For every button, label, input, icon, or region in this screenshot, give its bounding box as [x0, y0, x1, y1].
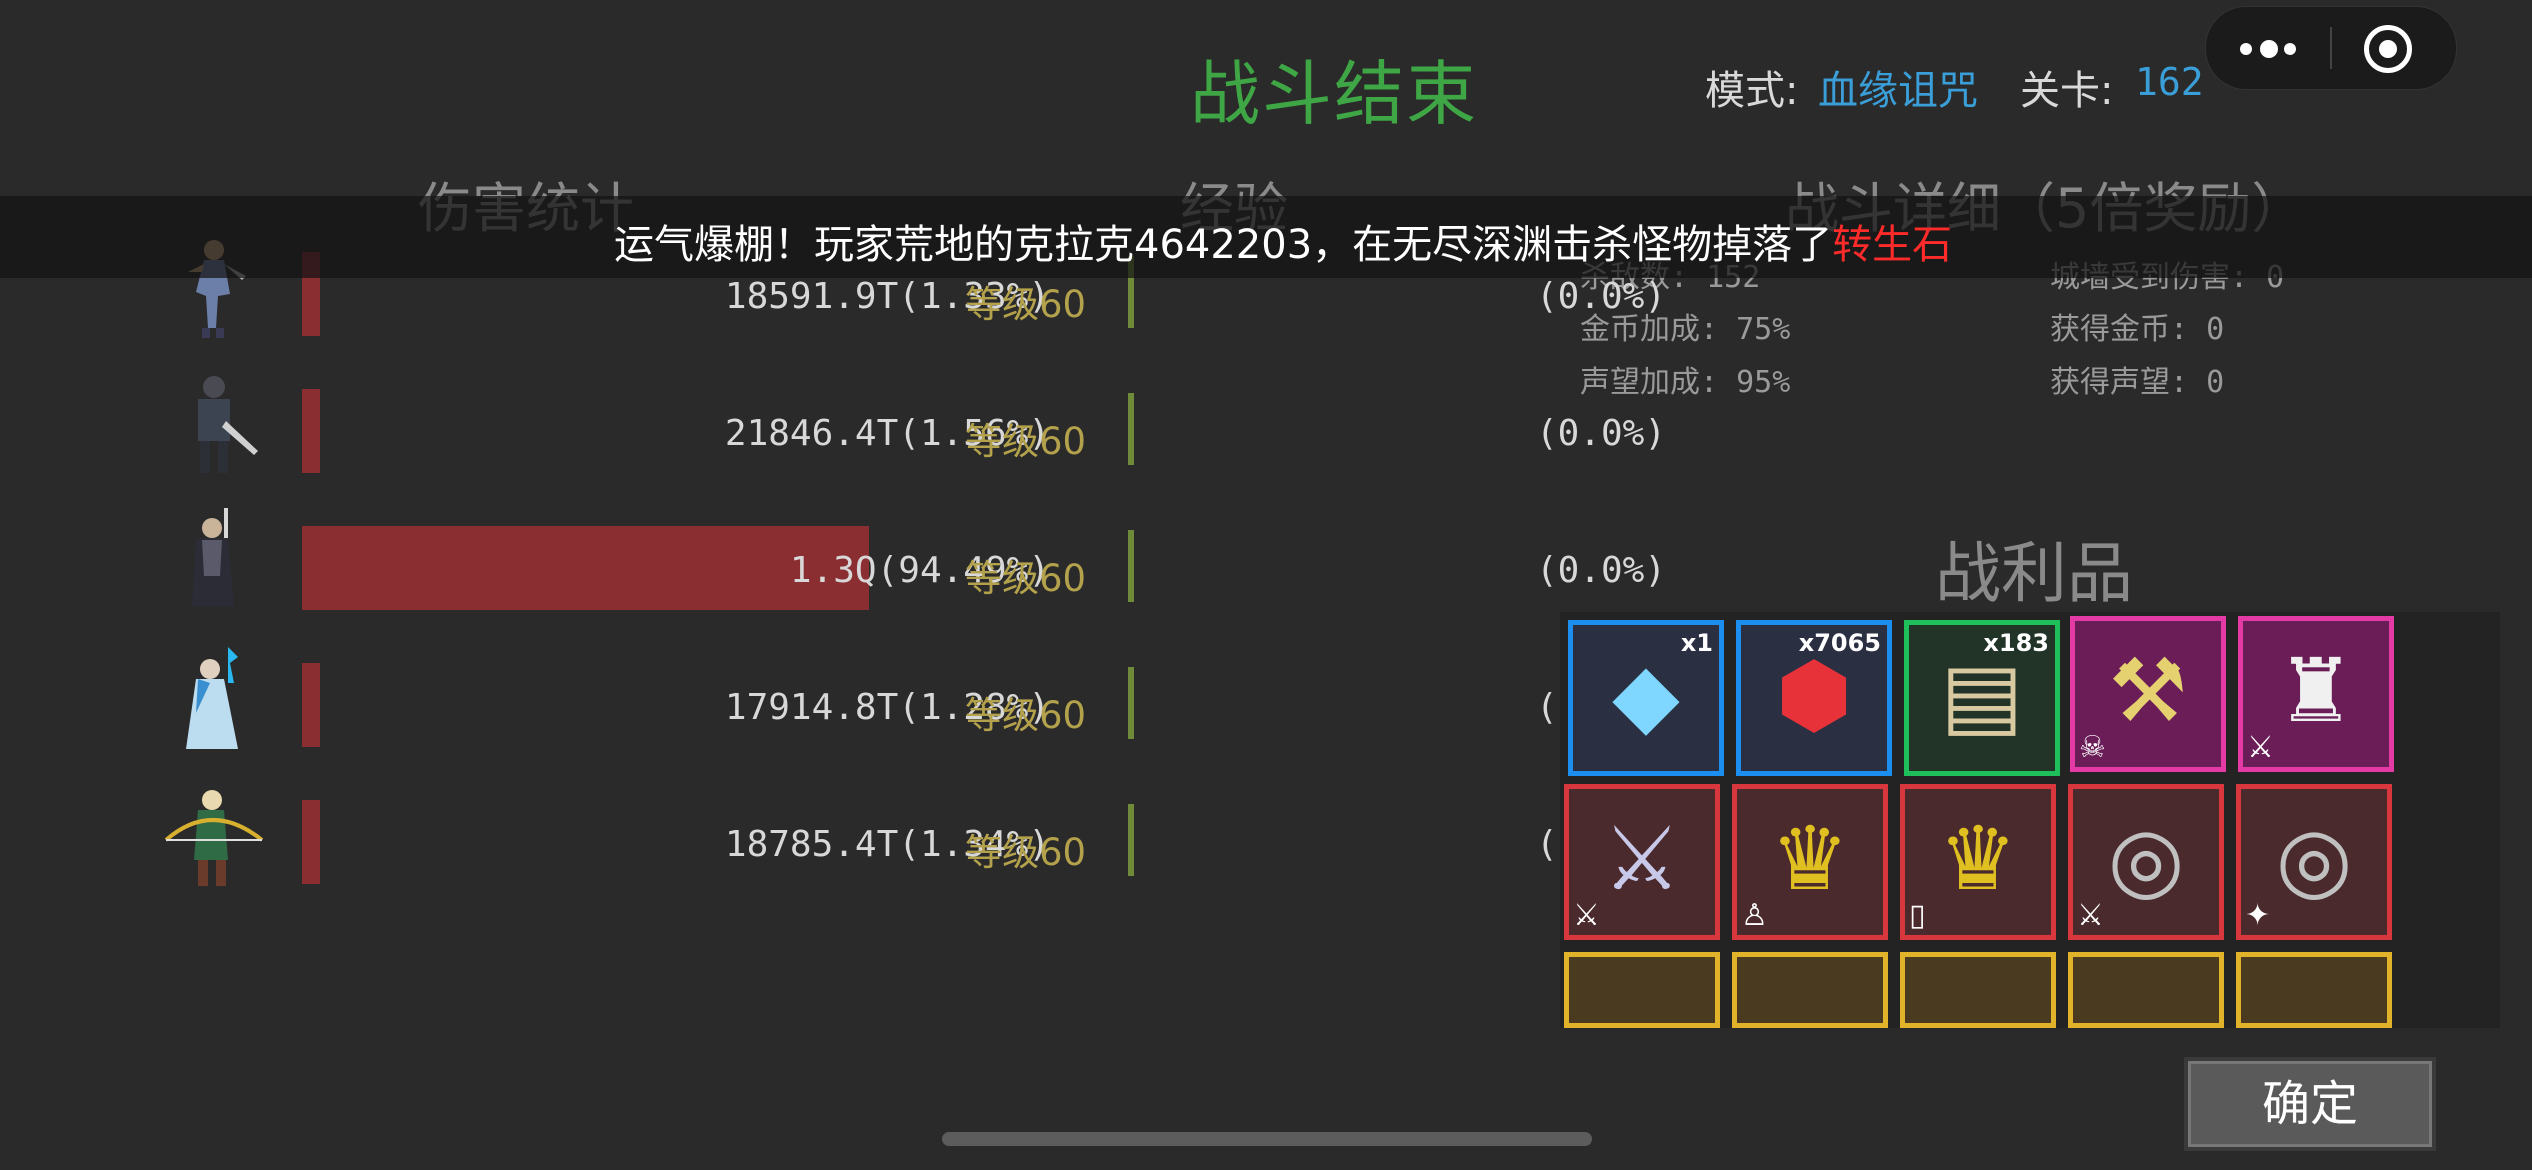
- treasure-chest-icon: ▤: [1940, 643, 2024, 746]
- loot-panel: ◆ x1 ⬢ x7065 ▤ x183 ⚒ ☠ ♜ ⚔ ⚔ ⚔ ♛ ♙ ♛ ▯ …: [1560, 612, 2500, 1028]
- stage-label: 关卡:: [2020, 68, 2114, 114]
- class-badge-icon: ♙: [1741, 898, 1768, 933]
- mini-program-capsule: [2205, 6, 2457, 90]
- damage-value: 21846.4T(1.56%): [724, 413, 1050, 454]
- close-target-icon[interactable]: [2364, 25, 2412, 73]
- exp-value: (0.0%): [1535, 550, 1666, 591]
- robe-icon: ♜: [2276, 639, 2356, 742]
- hero-level: 等级60: [965, 694, 1087, 737]
- loot-slot[interactable]: ▤ x183: [1904, 620, 2060, 776]
- loot-slot[interactable]: ◎ ⚔: [2068, 784, 2224, 940]
- loot-slot[interactable]: [2236, 952, 2392, 1028]
- battle-end-title: 战斗结束: [1190, 53, 1478, 135]
- exp-bar: [1128, 530, 1134, 602]
- hero-row: 17914.8T(1.28%) 等级60 (0.0%): [150, 643, 1666, 753]
- loot-slot[interactable]: ◎ ✦: [2236, 784, 2392, 940]
- capsule-divider: [2330, 27, 2332, 69]
- hero-row: 1.3Q(94.49%) 等级60 (0.0%): [150, 506, 1666, 616]
- hero-row: 18785.4T(1.34%) 等级60 (0.0%): [150, 780, 1666, 890]
- class-badge-icon: ▯: [1909, 898, 1926, 933]
- fame-gain-stat: 获得声望: 0: [2050, 365, 2225, 400]
- ruby-icon: ⬢: [1775, 643, 1853, 746]
- loot-slot[interactable]: ♜ ⚔: [2238, 616, 2394, 772]
- dagger-icon: ⚔: [1602, 807, 1682, 910]
- broadcast-message: 运气爆棚！玩家荒地的克拉克4642203，在无尽深渊击杀怪物掉落了: [614, 222, 1833, 268]
- hero-level: 等级60: [965, 557, 1087, 600]
- item-count: x183: [1983, 629, 2049, 657]
- mode-label: 模式:: [1705, 68, 1799, 114]
- loot-slot[interactable]: ⚔ ⚔: [1564, 784, 1720, 940]
- mode-value: 血缘诅咒: [1818, 68, 1978, 114]
- item-count: x7065: [1798, 629, 1881, 657]
- hero-level: 等级60: [965, 420, 1087, 463]
- hero-avatar-swordsman: [192, 508, 234, 606]
- confirm-button[interactable]: 确定: [2184, 1057, 2436, 1151]
- helmet-icon: ♛: [1770, 807, 1850, 910]
- loot-slot[interactable]: [2068, 952, 2224, 1028]
- loot-slot[interactable]: ◆ x1: [1568, 620, 1724, 776]
- damage-value: 1.3Q(94.49%): [789, 550, 1050, 591]
- hero-avatar-elf-archer: [164, 790, 264, 886]
- loot-slot[interactable]: ⚒ ☠: [2070, 616, 2226, 772]
- damage-value: 18785.4T(1.34%): [724, 824, 1050, 865]
- broadcast-item: 转生石: [1832, 222, 1953, 268]
- damage-bar: [302, 800, 320, 884]
- damage-bar: [302, 389, 320, 473]
- class-badge-icon: ✦: [2245, 898, 2271, 933]
- hero-row: 21846.4T(1.56%) 等级60 (0.0%): [150, 369, 1666, 479]
- helmet-icon: ♛: [1938, 807, 2018, 910]
- ring-icon: ◎: [2107, 807, 2185, 910]
- class-badge-icon: ⚔: [2247, 730, 2274, 765]
- exp-bar: [1128, 667, 1134, 739]
- loot-slot[interactable]: ♛ ♙: [1732, 784, 1888, 940]
- broadcast-text: 运气爆棚！玩家荒地的克拉克4642203，在无尽深渊击杀怪物掉落了转生石: [614, 212, 1952, 270]
- damage-value: 17914.8T(1.28%): [724, 687, 1050, 728]
- stage-value: 162: [2135, 60, 2204, 104]
- damage-bar: [302, 663, 320, 747]
- class-badge-icon: ☠: [2079, 730, 2106, 765]
- loot-slot[interactable]: [1900, 952, 2056, 1028]
- more-icon[interactable]: [2240, 35, 2300, 61]
- axe-icon: ⚒: [2108, 639, 2188, 742]
- exp-bar: [1128, 393, 1134, 465]
- loot-slot[interactable]: [1564, 952, 1720, 1028]
- hero-level: 等级60: [965, 831, 1087, 874]
- class-badge-icon: ⚔: [1573, 898, 1600, 933]
- exp-value: (0.0%): [1535, 413, 1666, 454]
- damage-value: 18591.9T(1.33%): [724, 276, 1050, 317]
- loot-slot[interactable]: ⬢ x7065: [1736, 620, 1892, 776]
- exp-value: (0.0%): [1535, 276, 1666, 317]
- home-indicator[interactable]: [942, 1132, 1592, 1146]
- fame-bonus-stat: 声望加成: 95%: [1580, 365, 1791, 400]
- hero-avatar-knight: [198, 376, 258, 473]
- loot-slot[interactable]: ♛ ▯: [1900, 784, 2056, 940]
- hero-avatar-ice-mage: [186, 647, 238, 749]
- exp-bar: [1128, 804, 1134, 876]
- gold-gain-stat: 获得金币: 0: [2050, 312, 2225, 347]
- item-count: x1: [1680, 629, 1713, 657]
- ring-icon: ◎: [2275, 807, 2353, 910]
- loot-slot[interactable]: [1732, 952, 1888, 1028]
- class-badge-icon: ⚔: [2077, 898, 2104, 933]
- hero-level: 等级60: [965, 283, 1087, 326]
- loot-heading: 战利品: [1935, 535, 2133, 612]
- crystal-icon: ◆: [1612, 643, 1680, 746]
